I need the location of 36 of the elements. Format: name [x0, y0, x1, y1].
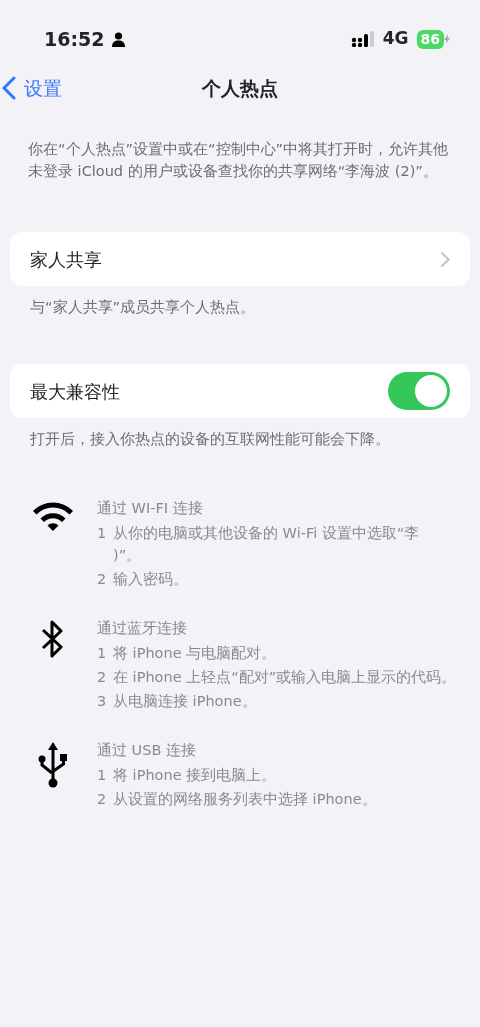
method-title: 通过蓝牙连接 — [97, 619, 188, 638]
step-number: 2 — [97, 668, 108, 687]
footer-text: 打开后，接入你热点的设备的互联网性能可能会下降。 — [29, 430, 391, 449]
step-number: 2 — [97, 570, 108, 589]
person-icon — [112, 31, 126, 47]
settings-row[interactable]: 家人共享 — [10, 232, 470, 286]
network-text: 4G — [382, 27, 409, 51]
chevron-left-icon — [2, 76, 16, 100]
bluetooth-icon — [41, 620, 65, 658]
step-number: 1 — [97, 644, 108, 663]
back-button[interactable]: 设置 — [0, 73, 62, 103]
step-number: 3 — [97, 692, 108, 711]
method-title: 通过 USB 连接 — [97, 741, 197, 760]
step-text: 在 iPhone 上轻点“配对”或输入电脑上显示的代码。 — [113, 668, 457, 687]
step-text: 从设置的网络服务列表中选择 iPhone。 — [113, 790, 377, 809]
step-number: 1 — [97, 766, 108, 785]
step-number: 2 — [97, 790, 108, 809]
step-text: 从你的电脑或其他设备的 Wi-Fi 设置中选取“李 — [113, 524, 420, 543]
step-text: 输入密码。 — [113, 570, 188, 589]
settings-row[interactable]: 最大兼容性 — [10, 364, 470, 418]
step-text: )”。 — [113, 546, 143, 565]
battery-indicator: 86 — [416, 29, 444, 49]
time-text: 16:52 — [44, 26, 105, 52]
page-title: 个人热点 — [202, 77, 278, 99]
step-text: 从电脑连接 iPhone。 — [113, 692, 257, 711]
step-number: 1 — [97, 524, 108, 543]
toggle-switch[interactable] — [388, 372, 450, 410]
chevron-right-icon — [441, 251, 450, 267]
usb-icon — [38, 742, 68, 788]
signal-icon — [350, 31, 375, 47]
step-text: 将 iPhone 接到电脑上。 — [113, 766, 277, 785]
wifi-icon — [31, 500, 75, 532]
description-text: 你在“个人热点”设置中或在“控制中心”中将其打开时，允许其他未登录 iCloud 的用户或设备查找你的共享网络“李海波 (2)”。 — [27, 140, 450, 181]
footer-text: 与“家人共享”成员共享个人热点。 — [29, 298, 257, 317]
step-text: 将 iPhone 与电脑配对。 — [113, 644, 277, 663]
method-title: 通过 WI-FI 连接 — [97, 499, 204, 518]
